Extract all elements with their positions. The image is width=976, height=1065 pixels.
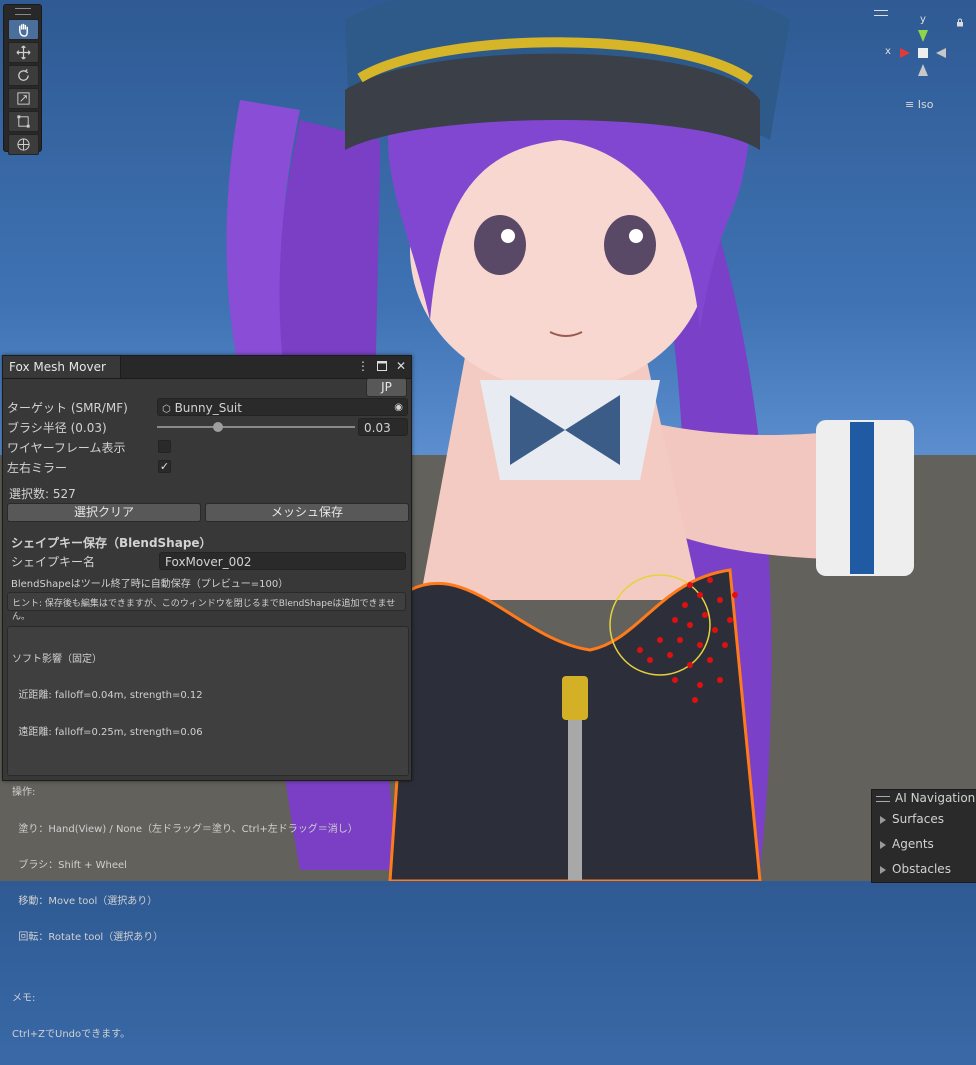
- hint-box: ヒント: 保存後も編集はできますが、このウィンドウを閉じるまでBlendShap…: [7, 592, 406, 622]
- wireframe-label: ワイヤーフレーム表示: [7, 440, 126, 455]
- ai-nav-item-obstacles[interactable]: Obstacles: [872, 857, 976, 882]
- fox-mesh-mover-window: Fox Mesh Mover ⋮ ✕ JP ターゲット (SMR/MF) ⬡ B…: [2, 355, 412, 1040]
- hand-icon: [19, 23, 28, 37]
- expand-arrow-icon[interactable]: [880, 865, 886, 874]
- transform-tool-button[interactable]: [8, 134, 39, 155]
- hint-text: ヒント: 保存後も編集はできますが、このウィンドウを閉じるまでBlendShap…: [12, 599, 396, 622]
- transform-icon: [17, 138, 30, 151]
- x-axis-label: x: [885, 46, 891, 57]
- wireframe-checkbox[interactable]: [158, 440, 171, 453]
- object-picker-icon[interactable]: ◉: [394, 399, 403, 417]
- hand-tool-button[interactable]: [8, 19, 39, 40]
- more-options-icon[interactable]: ⋮: [356, 359, 370, 373]
- ai-navigation-header[interactable]: AI Navigation: [872, 790, 976, 807]
- menu-icon: ≡: [905, 98, 915, 111]
- mirror-label: 左右ミラー: [7, 460, 68, 475]
- ai-nav-item-surfaces[interactable]: Surfaces: [872, 807, 976, 832]
- window-tab[interactable]: Fox Mesh Mover: [3, 356, 121, 378]
- palette-grip[interactable]: [4, 5, 41, 17]
- target-label: ターゲット (SMR/MF): [7, 400, 128, 415]
- info-line: Ctrl+ZでUndoできます。: [12, 1029, 131, 1041]
- info-line: ソフト影響（固定）: [12, 654, 102, 666]
- shapekey-name-input[interactable]: FoxMover_002: [159, 552, 406, 570]
- maximize-icon[interactable]: [375, 359, 389, 373]
- ai-navigation-overlay: AI Navigation Surfaces Agents Obstacles: [871, 789, 976, 883]
- target-object-value: Bunny_Suit: [174, 401, 242, 415]
- brush-radius-slider[interactable]: [157, 418, 355, 436]
- drag-handle-icon[interactable]: [876, 795, 890, 802]
- info-line: 回転：Rotate tool（選択あり）: [12, 932, 164, 944]
- ai-navigation-title: AI Navigation: [895, 791, 976, 805]
- brush-radius-label: ブラシ半径 (0.03): [7, 420, 107, 435]
- brush-radius-input[interactable]: 0.03: [358, 418, 408, 436]
- clear-selection-button[interactable]: 選択クリア: [7, 503, 201, 522]
- info-line: メモ:: [12, 992, 36, 1004]
- shapekey-section-title: シェイプキー保存（BlendShape）: [11, 535, 212, 550]
- y-axis-label: y: [920, 14, 926, 25]
- language-button[interactable]: JP: [366, 378, 407, 397]
- ai-nav-item-label: Agents: [892, 837, 934, 851]
- autosave-note: BlendShapeはツール終了時に自動保存（プレビュー=100）: [11, 578, 289, 590]
- scale-icon: [17, 92, 30, 105]
- info-line: ブラシ：Shift + Wheel: [12, 859, 127, 871]
- close-icon[interactable]: ✕: [394, 359, 408, 373]
- ai-nav-item-label: Surfaces: [892, 812, 944, 826]
- projection-toggle[interactable]: ≡ Iso: [905, 98, 933, 111]
- tool-palette: [3, 4, 42, 155]
- orientation-gizmo[interactable]: y x ≡ Iso: [874, 10, 970, 120]
- expand-arrow-icon[interactable]: [880, 840, 886, 849]
- move-icon: [16, 45, 31, 60]
- rect-transform-icon: [17, 115, 30, 128]
- scale-tool-button[interactable]: [8, 88, 39, 109]
- shapekey-name-label: シェイプキー名: [11, 554, 96, 569]
- slider-knob[interactable]: [213, 422, 224, 432]
- mesh-cube-icon: ⬡: [162, 404, 171, 415]
- info-line: 操作:: [12, 787, 36, 799]
- mirror-checkbox[interactable]: ✓: [158, 460, 171, 473]
- window-titlebar: Fox Mesh Mover ⋮ ✕: [3, 356, 411, 379]
- expand-arrow-icon[interactable]: [880, 815, 886, 824]
- projection-label: Iso: [917, 98, 934, 111]
- rotate-tool-button[interactable]: [8, 65, 39, 86]
- info-line: 遠距離: falloff=0.25m, strength=0.06: [12, 726, 203, 738]
- info-line: 塗り：Hand(View) / None（左ドラッグ＝塗り、Ctrl+左ドラッグ…: [12, 823, 358, 835]
- rect-tool-button[interactable]: [8, 111, 39, 132]
- ai-nav-item-label: Obstacles: [892, 862, 951, 876]
- target-object-field[interactable]: ⬡ Bunny_Suit ◉: [157, 398, 408, 416]
- save-mesh-button[interactable]: メッシュ保存: [205, 503, 409, 522]
- rotate-icon: [18, 68, 29, 81]
- info-line: 移動：Move tool（選択あり）: [12, 896, 158, 908]
- move-tool-button[interactable]: [8, 42, 39, 63]
- ai-nav-item-agents[interactable]: Agents: [872, 832, 976, 857]
- selected-count: 選択数: 527: [9, 486, 76, 501]
- info-box: ソフト影響（固定） 近距離: falloff=0.04m, strength=0…: [7, 626, 409, 1040]
- info-line: 近距離: falloff=0.04m, strength=0.12: [12, 690, 203, 702]
